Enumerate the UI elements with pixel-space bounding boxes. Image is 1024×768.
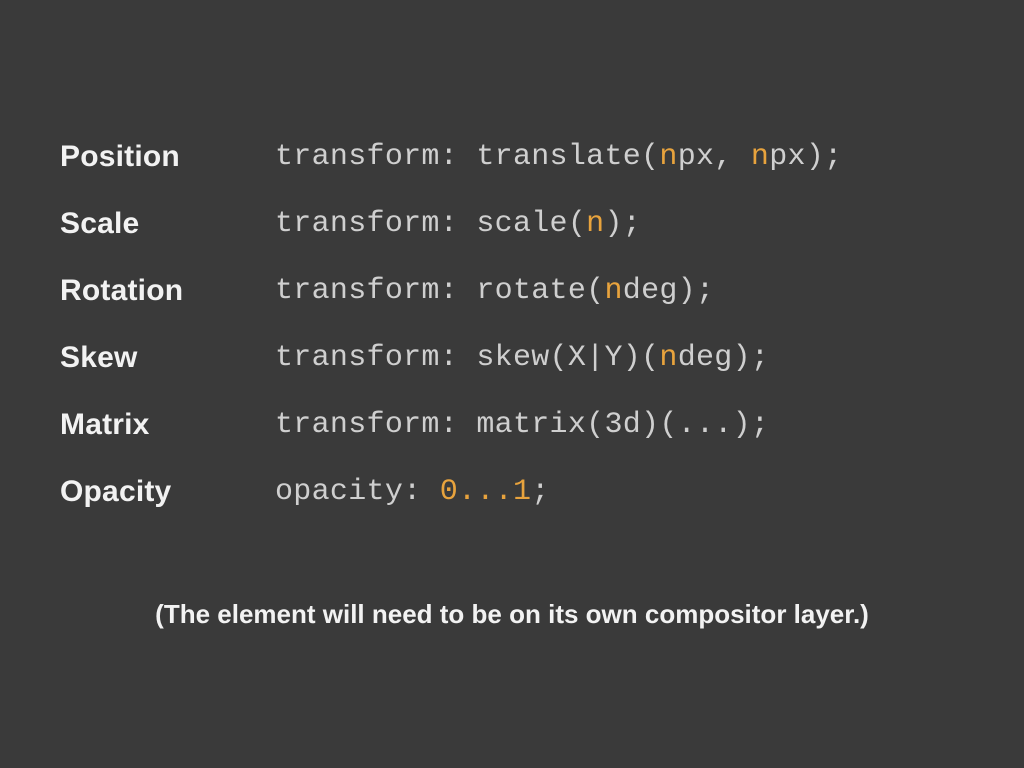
property-label: Position — [60, 140, 275, 174]
footnote: (The element will need to be on its own … — [60, 599, 964, 630]
code-token: transform: scale( — [275, 207, 586, 241]
property-label: Skew — [60, 341, 275, 375]
property-code: transform: scale(n); — [275, 207, 964, 241]
property-label: Matrix — [60, 408, 275, 442]
property-code: transform: matrix(3d)(...); — [275, 408, 964, 442]
code-accent-token: n — [659, 341, 677, 375]
code-token: deg); — [678, 341, 770, 375]
code-token: transform: translate( — [275, 140, 659, 174]
code-accent-token: n — [659, 140, 677, 174]
code-token: deg); — [623, 274, 715, 308]
code-accent-token: n — [586, 207, 604, 241]
code-token: px); — [769, 140, 842, 174]
code-accent-token: n — [604, 274, 622, 308]
code-token: ); — [604, 207, 641, 241]
code-token: opacity: — [275, 475, 440, 509]
slide: Positiontransform: translate(npx, npx);S… — [0, 0, 1024, 768]
property-label: Scale — [60, 207, 275, 241]
code-token: ; — [531, 475, 549, 509]
property-label: Opacity — [60, 475, 275, 509]
code-token: px, — [678, 140, 751, 174]
property-code: transform: rotate(ndeg); — [275, 274, 964, 308]
code-accent-token: 0...1 — [440, 475, 532, 509]
property-code: transform: skew(X|Y)(ndeg); — [275, 341, 964, 375]
code-token: transform: skew(X|Y)( — [275, 341, 659, 375]
code-token: transform: rotate( — [275, 274, 604, 308]
code-token: transform: matrix(3d)(...); — [275, 408, 769, 442]
property-code: opacity: 0...1; — [275, 475, 964, 509]
property-rows: Positiontransform: translate(npx, npx);S… — [60, 140, 964, 509]
property-label: Rotation — [60, 274, 275, 308]
code-accent-token: n — [751, 140, 769, 174]
property-code: transform: translate(npx, npx); — [275, 140, 964, 174]
